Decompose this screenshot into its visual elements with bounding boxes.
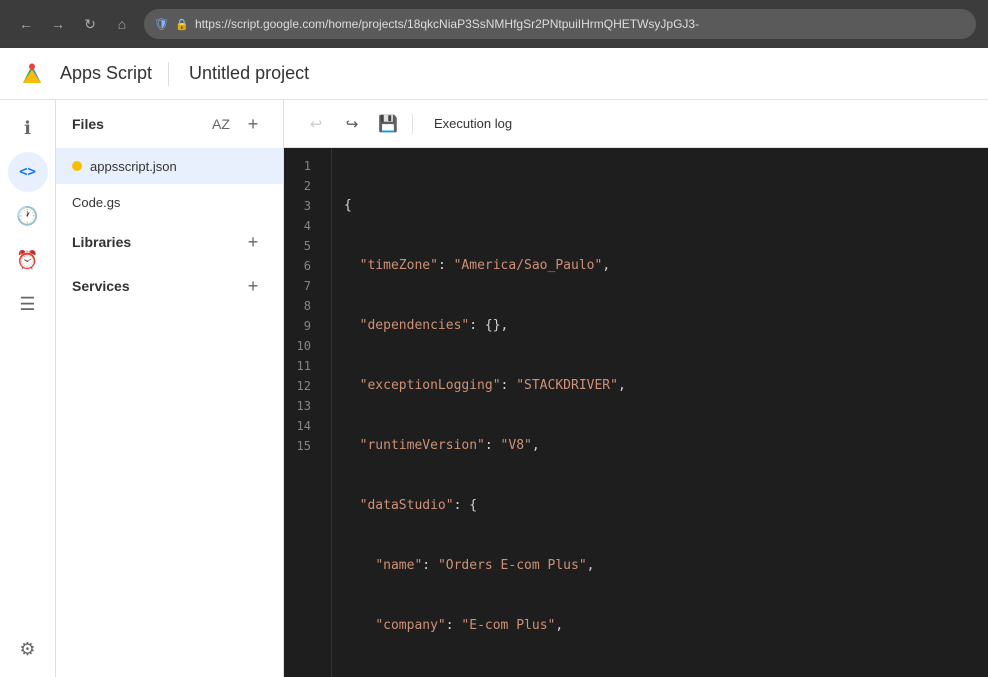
line-num-11: 11 xyxy=(284,356,319,376)
line-num-6: 6 xyxy=(284,256,319,276)
file-item-appsscript[interactable]: appsscript.json xyxy=(56,148,283,184)
file-item-code[interactable]: Code.gs xyxy=(56,184,283,220)
lock-icon: 🔒 xyxy=(175,18,189,31)
header-divider xyxy=(168,62,169,86)
line-num-8: 8 xyxy=(284,296,319,316)
back-button[interactable]: ← xyxy=(12,10,40,38)
libraries-title: Libraries xyxy=(72,234,131,250)
main-layout: ℹ <> 🕐 ⏰ ☰ ⚙ Files AZ + appsscript.json … xyxy=(0,100,988,677)
line-num-9: 9 xyxy=(284,316,319,336)
icon-sidebar: ℹ <> 🕐 ⏰ ☰ ⚙ xyxy=(0,100,56,677)
file-name-code: Code.gs xyxy=(72,195,120,210)
code-content: { "timeZone": "America/Sao_Paulo", "depe… xyxy=(332,148,988,677)
file-panel-actions: AZ + xyxy=(207,110,267,138)
exec-log-btn[interactable]: Execution log xyxy=(421,108,525,140)
code-line-8: "company": "E-com Plus", xyxy=(344,616,988,636)
toolbar-divider xyxy=(412,114,413,134)
code-line-7: "name": "Orders E-com Plus", xyxy=(344,556,988,576)
file-modified-dot xyxy=(72,161,82,171)
add-file-btn[interactable]: + xyxy=(239,110,267,138)
line-num-2: 2 xyxy=(284,176,319,196)
sort-files-btn[interactable]: AZ xyxy=(207,110,235,138)
files-title: Files xyxy=(72,116,104,132)
browser-chrome: ← → ↻ ⌂ 🛡 🔒 https://script.google.com/ho… xyxy=(0,0,988,48)
add-service-btn[interactable]: + xyxy=(239,272,267,300)
sidebar-history-btn[interactable]: 🕐 xyxy=(8,196,48,236)
line-num-10: 10 xyxy=(284,336,319,356)
google-logo xyxy=(16,58,48,90)
line-num-12: 12 xyxy=(284,376,319,396)
project-title[interactable]: Untitled project xyxy=(189,63,309,84)
undo-btn[interactable]: ↩ xyxy=(300,108,332,140)
line-num-1: 1 xyxy=(284,156,319,176)
file-panel: Files AZ + appsscript.json Code.gs Libra… xyxy=(56,100,284,677)
file-name-appsscript: appsscript.json xyxy=(90,159,177,174)
code-line-5: "runtimeVersion": "V8", xyxy=(344,436,988,456)
file-panel-header: Files AZ + xyxy=(56,100,283,148)
line-num-3: 3 xyxy=(284,196,319,216)
code-line-4: "exceptionLogging": "STACKDRIVER", xyxy=(344,376,988,396)
sidebar-list-btn[interactable]: ☰ xyxy=(8,284,48,324)
app-header: Apps Script Untitled project xyxy=(0,48,988,100)
line-num-5: 5 xyxy=(284,236,319,256)
refresh-button[interactable]: ↻ xyxy=(76,10,104,38)
nav-buttons[interactable]: ← → ↻ ⌂ xyxy=(12,10,136,38)
sidebar-settings-btn[interactable]: ⚙ xyxy=(8,629,48,669)
sidebar-editor-btn[interactable]: <> xyxy=(8,152,48,192)
save-btn[interactable]: 💾 xyxy=(372,108,404,140)
add-library-btn[interactable]: + xyxy=(239,228,267,256)
app-title: Apps Script xyxy=(60,63,152,84)
services-section[interactable]: Services + xyxy=(56,264,283,308)
code-line-6: "dataStudio": { xyxy=(344,496,988,516)
editor-toolbar: ↩ ↪ 💾 Execution log xyxy=(284,100,988,148)
line-num-4: 4 xyxy=(284,216,319,236)
libraries-section[interactable]: Libraries + xyxy=(56,220,283,264)
line-numbers: 1 2 3 4 5 6 7 8 9 10 11 12 13 14 15 xyxy=(284,148,332,677)
editor-area: ↩ ↪ 💾 Execution log 1 2 3 4 5 6 7 8 9 10… xyxy=(284,100,988,677)
sidebar-triggers-btn[interactable]: ⏰ xyxy=(8,240,48,280)
redo-btn[interactable]: ↪ xyxy=(336,108,368,140)
shield-icon: 🛡 xyxy=(154,17,169,31)
code-line-3: "dependencies": {}, xyxy=(344,316,988,336)
line-num-15: 15 xyxy=(284,436,319,456)
address-bar[interactable]: 🛡 🔒 https://script.google.com/home/proje… xyxy=(144,9,976,39)
home-button[interactable]: ⌂ xyxy=(108,10,136,38)
code-line-1: { xyxy=(344,196,988,216)
forward-button[interactable]: → xyxy=(44,10,72,38)
line-num-14: 14 xyxy=(284,416,319,436)
code-line-2: "timeZone": "America/Sao_Paulo", xyxy=(344,256,988,276)
line-num-13: 13 xyxy=(284,396,319,416)
url-text: https://script.google.com/home/projects/… xyxy=(195,17,699,31)
code-editor[interactable]: 1 2 3 4 5 6 7 8 9 10 11 12 13 14 15 { "t… xyxy=(284,148,988,677)
line-num-7: 7 xyxy=(284,276,319,296)
services-title: Services xyxy=(72,278,130,294)
sidebar-info-btn[interactable]: ℹ xyxy=(8,108,48,148)
